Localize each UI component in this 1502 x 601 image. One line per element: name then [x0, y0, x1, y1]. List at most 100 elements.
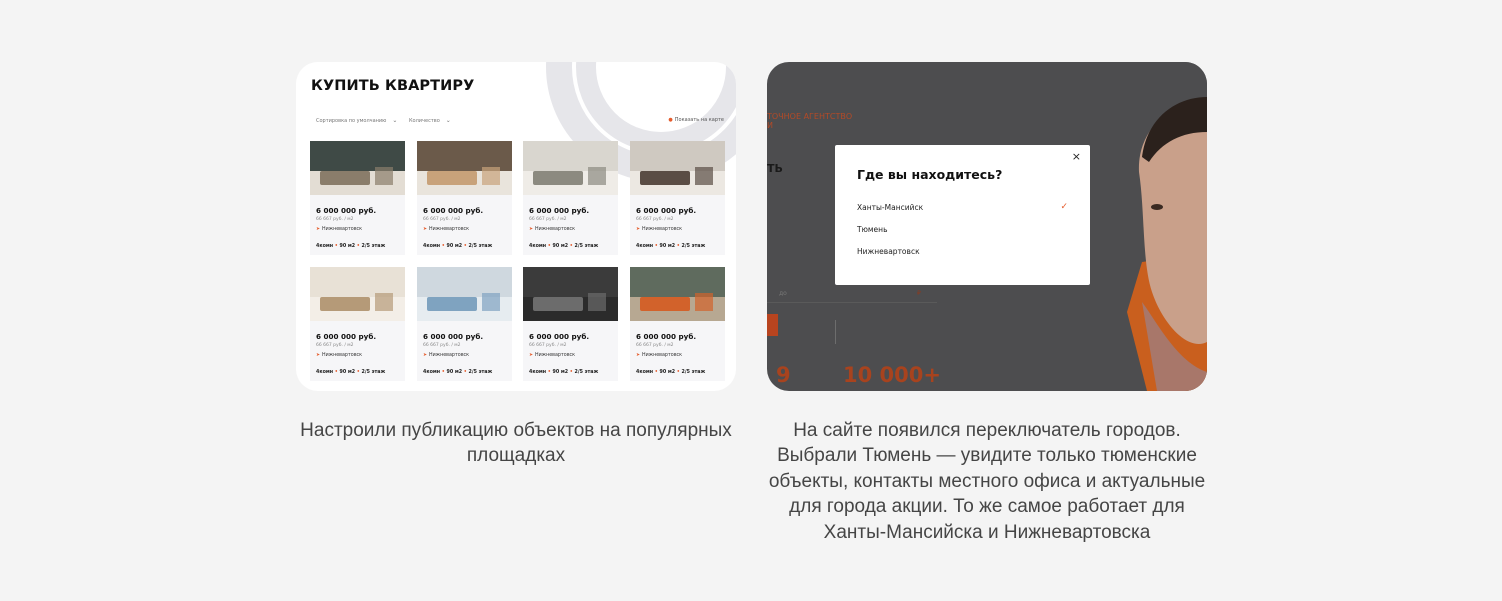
quantity-dropdown[interactable]: Количество ⌄ [409, 117, 451, 124]
spec-item: 2/5 этаж [681, 244, 706, 249]
spec-item: 2/5 этаж [361, 370, 386, 375]
listing-card[interactable]: 6 000 000 руб. 66 667 руб. / м2 ➤ Нижневарт… [630, 141, 725, 255]
page-title: КУПИТЬ КВАРТИРУ [311, 78, 475, 94]
apartment-photo [310, 141, 405, 195]
listing-city-label: Нижневартовск [535, 353, 576, 358]
listing-specs: 4комн • 90 м2 • 2/5 этаж [423, 244, 512, 249]
spec-item: 2/5 этаж [468, 370, 493, 375]
listing-card[interactable]: 6 000 000 руб. 66 667 руб. / м2 ➤ Нижневарт… [417, 141, 512, 255]
search-button[interactable] [767, 314, 778, 336]
spec-item: 90 м2 [446, 244, 463, 249]
listing-city: ➤ Нижневартовск [423, 353, 512, 358]
stat-value: 10 000+ [843, 363, 941, 387]
close-icon[interactable]: × [1072, 150, 1081, 163]
ruble-sign: ₽ [917, 290, 921, 297]
field-placeholder: до [779, 290, 787, 297]
listing-city: ➤ Нижневартовск [316, 353, 405, 358]
listing-price: 6 000 000 руб. [316, 206, 377, 215]
spec-item: 4комн [529, 370, 547, 375]
apartment-photo [523, 141, 618, 195]
apartment-photo [310, 267, 405, 321]
man-portrait [1087, 62, 1207, 391]
listing-price: 6 000 000 руб. [423, 206, 484, 215]
listing-city-label: Нижневартовск [322, 227, 363, 232]
listing-city: ➤ Нижневартовск [529, 353, 618, 358]
spec-item: 4комн [636, 370, 654, 375]
listing-specs: 4комн • 90 м2 • 2/5 этаж [529, 370, 618, 375]
city-option-label: Нижневартовск [857, 247, 920, 256]
listing-price: 6 000 000 руб. [316, 332, 377, 341]
location-pin-icon: ➤ [636, 353, 641, 358]
city-switcher-screenshot-card: ТОЧНОЕ АГЕНТСТВО И ТЬ до ₽ 9 10 000+ × Где… [767, 62, 1207, 391]
listing-city: ➤ Нижневартовск [636, 353, 725, 358]
city-option[interactable]: Нижневартовск [857, 247, 1068, 256]
spec-item: 90 м2 [552, 370, 569, 375]
chevron-down-icon: ⌄ [392, 117, 398, 124]
location-pin-icon: ➤ [529, 227, 534, 232]
spec-item: 4комн [529, 244, 547, 249]
listing-price-per-m2: 66 667 руб. / м2 [316, 343, 354, 348]
location-pin-icon: ➤ [529, 353, 534, 358]
listing-card[interactable]: 6 000 000 руб. 66 667 руб. / м2 ➤ Нижневарт… [630, 267, 725, 381]
listing-price-per-m2: 66 667 руб. / м2 [636, 343, 674, 348]
spec-item: 90 м2 [552, 244, 569, 249]
spec-item: 4комн [316, 244, 334, 249]
listing-card[interactable]: 6 000 000 руб. 66 667 руб. / м2 ➤ Нижневарт… [523, 141, 618, 255]
listing-city-label: Нижневартовск [642, 227, 683, 232]
listings-screenshot-card: КУПИТЬ КВАРТИРУ Сортировка по умолчанию ⌄… [296, 62, 736, 391]
listing-specs: 4комн • 90 м2 • 2/5 этаж [636, 244, 725, 249]
spec-item: 2/5 этаж [574, 244, 599, 249]
listing-price-per-m2: 66 667 руб. / м2 [529, 343, 567, 348]
listing-specs: 4комн • 90 м2 • 2/5 этаж [636, 370, 725, 375]
spec-item: 2/5 этаж [361, 244, 386, 249]
spec-item: 2/5 этаж [574, 370, 599, 375]
chevron-down-icon: ⌄ [445, 117, 451, 124]
listing-price: 6 000 000 руб. [529, 332, 590, 341]
listing-city: ➤ Нижневартовск [316, 227, 405, 232]
spec-item: 4комн [423, 244, 441, 249]
listing-card[interactable]: 6 000 000 руб. 66 667 руб. / м2 ➤ Нижневарт… [417, 267, 512, 381]
price-to-field[interactable]: до ₽ [767, 284, 937, 303]
city-selection-modal: × Где вы находитесь? Ханты-Мансийск ✓ Тюме… [835, 145, 1090, 285]
caption-right: На сайте появился переключатель городов.… [768, 420, 1206, 543]
spec-item: 4комн [636, 244, 654, 249]
agency-text: ТОЧНОЕ АГЕНТСТВО И [767, 112, 852, 130]
listing-specs: 4комн • 90 м2 • 2/5 этаж [316, 370, 405, 375]
spec-item: 4комн [316, 370, 334, 375]
location-pin-icon: ➤ [423, 353, 428, 358]
location-pin-icon: ➤ [423, 227, 428, 232]
listing-city: ➤ Нижневартовск [529, 227, 618, 232]
spec-item: 90 м2 [659, 244, 676, 249]
location-pin-icon: ● [668, 117, 673, 123]
agency-line: И [767, 121, 773, 130]
divider [835, 320, 836, 344]
apartment-photo [523, 267, 618, 321]
listing-city-label: Нижневартовск [642, 353, 683, 358]
apartment-photo [417, 267, 512, 321]
listing-card[interactable]: 6 000 000 руб. 66 667 руб. / м2 ➤ Нижневарт… [523, 267, 618, 381]
show-on-map-label: Показать на карте [674, 117, 724, 123]
listing-card[interactable]: 6 000 000 руб. 66 667 руб. / м2 ➤ Нижневарт… [310, 267, 405, 381]
spec-item: 2/5 этаж [681, 370, 706, 375]
show-on-map-link[interactable]: ● Показать на карте [668, 117, 724, 123]
apartment-photo [630, 267, 725, 321]
spec-item: 4комн [423, 370, 441, 375]
listing-specs: 4комн • 90 м2 • 2/5 этаж [423, 370, 512, 375]
spec-item: 90 м2 [659, 370, 676, 375]
check-icon: ✓ [1060, 202, 1068, 212]
listing-price: 6 000 000 руб. [529, 206, 590, 215]
listing-price-per-m2: 66 667 руб. / м2 [636, 217, 674, 222]
listing-card[interactable]: 6 000 000 руб. 66 667 руб. / м2 ➤ Нижневарт… [310, 141, 405, 255]
modal-title: Где вы находитесь? [857, 167, 1003, 182]
listing-price-per-m2: 66 667 руб. / м2 [423, 217, 461, 222]
listing-specs: 4комн • 90 м2 • 2/5 этаж [316, 244, 405, 249]
location-pin-icon: ➤ [636, 227, 641, 232]
sort-dropdown[interactable]: Сортировка по умолчанию ⌄ [316, 117, 397, 124]
listing-price-per-m2: 66 667 руб. / м2 [316, 217, 354, 222]
city-option[interactable]: Ханты-Мансийск ✓ [857, 202, 1068, 212]
listing-city-label: Нижневартовск [429, 227, 470, 232]
sort-label: Сортировка по умолчанию [316, 118, 387, 124]
city-option[interactable]: Тюмень [857, 225, 1068, 234]
location-pin-icon: ➤ [316, 353, 321, 358]
listing-city-label: Нижневартовск [535, 227, 576, 232]
